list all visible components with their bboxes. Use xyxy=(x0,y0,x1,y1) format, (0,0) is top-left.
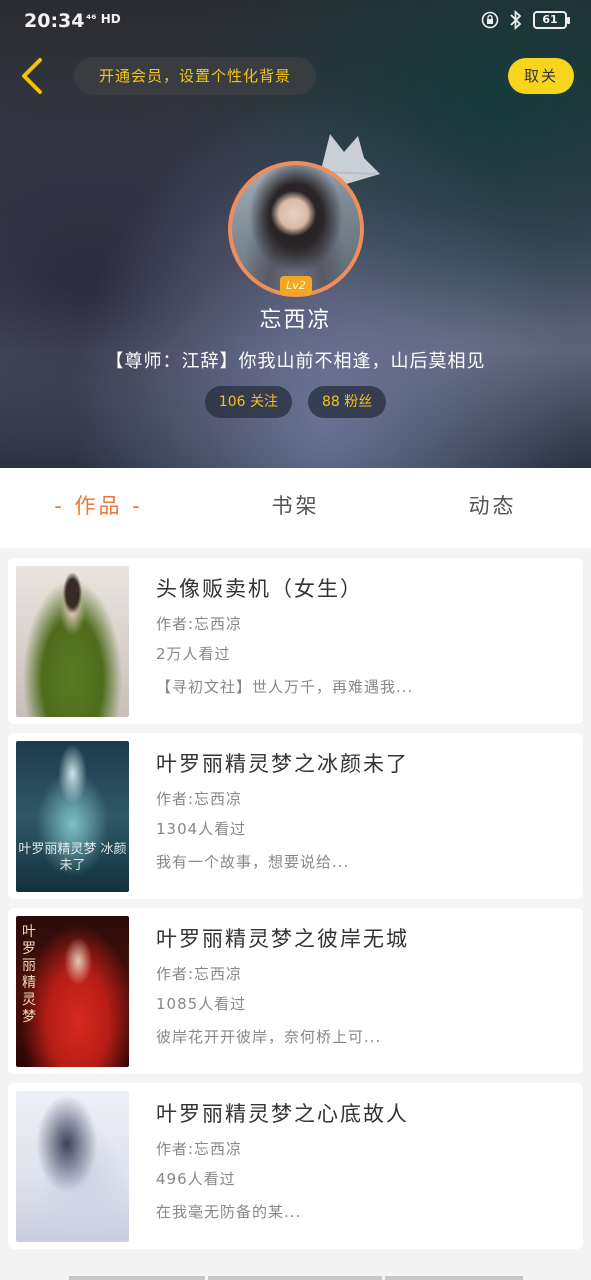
profile-tabs: - 作品 - 书架 动态 xyxy=(0,468,591,548)
book-description: 我有一个故事，想要说给... xyxy=(156,853,350,871)
unfollow-button[interactable]: 取关 xyxy=(508,58,574,94)
list-item[interactable]: 头像贩卖机（女生） 作者:忘西凉 2万人看过 【寻初文社】世人万千，再难遇我..… xyxy=(8,558,583,724)
book-author: 作者:忘西凉 xyxy=(156,965,243,983)
fans-count[interactable]: 88 粉丝 xyxy=(307,386,387,418)
status-icons: 61 xyxy=(481,10,570,30)
book-info: 叶罗丽精灵梦之彼岸无城 作者:忘西凉 1085人看过 彼岸花开开彼岸，奈何桥上可… xyxy=(156,923,576,1047)
book-cover[interactable]: 叶罗丽精灵梦 xyxy=(16,916,129,1067)
book-cover[interactable]: 叶罗丽精灵梦 冰颜未了 xyxy=(16,741,129,892)
bluetooth-icon xyxy=(510,10,522,30)
tab-activity[interactable]: 动态 xyxy=(394,468,591,548)
username: 忘西凉 xyxy=(259,308,332,333)
tab-bookshelf[interactable]: 书架 xyxy=(197,468,394,548)
status-time: 20:34 xyxy=(24,10,85,32)
user-signature: 【尊师：江辞】你我山前不相逢，山后莫相见 xyxy=(105,351,486,372)
book-author: 作者:忘西凉 xyxy=(156,790,243,808)
status-bar: 20:34 ⁴⁶ HD 61 xyxy=(0,0,591,44)
list-item[interactable]: 叶罗丽精灵梦 冰颜未了 叶罗丽精灵梦之冰颜未了 作者:忘西凉 1304人看过 我… xyxy=(8,733,583,899)
book-author: 作者:忘西凉 xyxy=(156,615,243,633)
home-indicator-segment xyxy=(68,1276,205,1280)
list-item[interactable]: 叶罗丽精灵梦 叶罗丽精灵梦之彼岸无城 作者:忘西凉 1085人看过 彼岸花开开彼… xyxy=(8,908,583,1074)
book-cover[interactable] xyxy=(16,1091,129,1242)
battery-indicator: 61 xyxy=(533,11,570,29)
level-badge: Lv2 xyxy=(280,276,312,296)
tab-works[interactable]: - 作品 - xyxy=(0,468,197,548)
home-indicator-segment xyxy=(384,1276,523,1280)
book-cover[interactable] xyxy=(16,566,129,717)
list-item[interactable]: 叶罗丽精灵梦之心底故人 作者:忘西凉 496人看过 在我毫无防备的某... xyxy=(8,1083,583,1249)
home-indicator-segment xyxy=(207,1276,382,1280)
follow-stats: 106 关注 88 粉丝 xyxy=(0,386,591,418)
cover-title: 叶罗丽精灵梦 冰颜未了 xyxy=(18,842,127,873)
book-info: 叶罗丽精灵梦之心底故人 作者:忘西凉 496人看过 在我毫无防备的某... xyxy=(156,1098,576,1222)
book-description: 彼岸花开开彼岸，奈何桥上可... xyxy=(156,1028,382,1046)
rotation-lock-icon xyxy=(481,11,499,29)
back-chevron-icon[interactable] xyxy=(16,56,48,96)
network-indicator: ⁴⁶ HD xyxy=(86,12,121,26)
vip-background-banner[interactable]: 开通会员，设置个性化背景 xyxy=(74,57,316,95)
book-title[interactable]: 头像贩卖机（女生） xyxy=(156,573,576,603)
profile-header: 20:34 ⁴⁶ HD 61 开通会员，设置个性化背景 取关 Lv2 忘西凉 【… xyxy=(0,0,591,468)
book-title[interactable]: 叶罗丽精灵梦之心底故人 xyxy=(156,1098,576,1128)
works-list: 头像贩卖机（女生） 作者:忘西凉 2万人看过 【寻初文社】世人万千，再难遇我..… xyxy=(8,558,583,1258)
book-views: 1304人看过 xyxy=(156,820,247,838)
book-info: 头像贩卖机（女生） 作者:忘西凉 2万人看过 【寻初文社】世人万千，再难遇我..… xyxy=(156,573,576,697)
following-count[interactable]: 106 关注 xyxy=(204,386,292,418)
book-views: 2万人看过 xyxy=(156,645,231,663)
book-description: 【寻初文社】世人万千，再难遇我... xyxy=(156,678,414,696)
book-views: 496人看过 xyxy=(156,1170,236,1188)
book-description: 在我毫无防备的某... xyxy=(156,1203,302,1221)
home-indicator xyxy=(0,1276,591,1280)
book-views: 1085人看过 xyxy=(156,995,247,1013)
book-info: 叶罗丽精灵梦之冰颜未了 作者:忘西凉 1304人看过 我有一个故事，想要说给..… xyxy=(156,748,576,872)
book-title[interactable]: 叶罗丽精灵梦之冰颜未了 xyxy=(156,748,576,778)
book-title[interactable]: 叶罗丽精灵梦之彼岸无城 xyxy=(156,923,576,953)
cover-title: 叶罗丽精灵梦 xyxy=(22,924,36,1025)
book-author: 作者:忘西凉 xyxy=(156,1140,243,1158)
